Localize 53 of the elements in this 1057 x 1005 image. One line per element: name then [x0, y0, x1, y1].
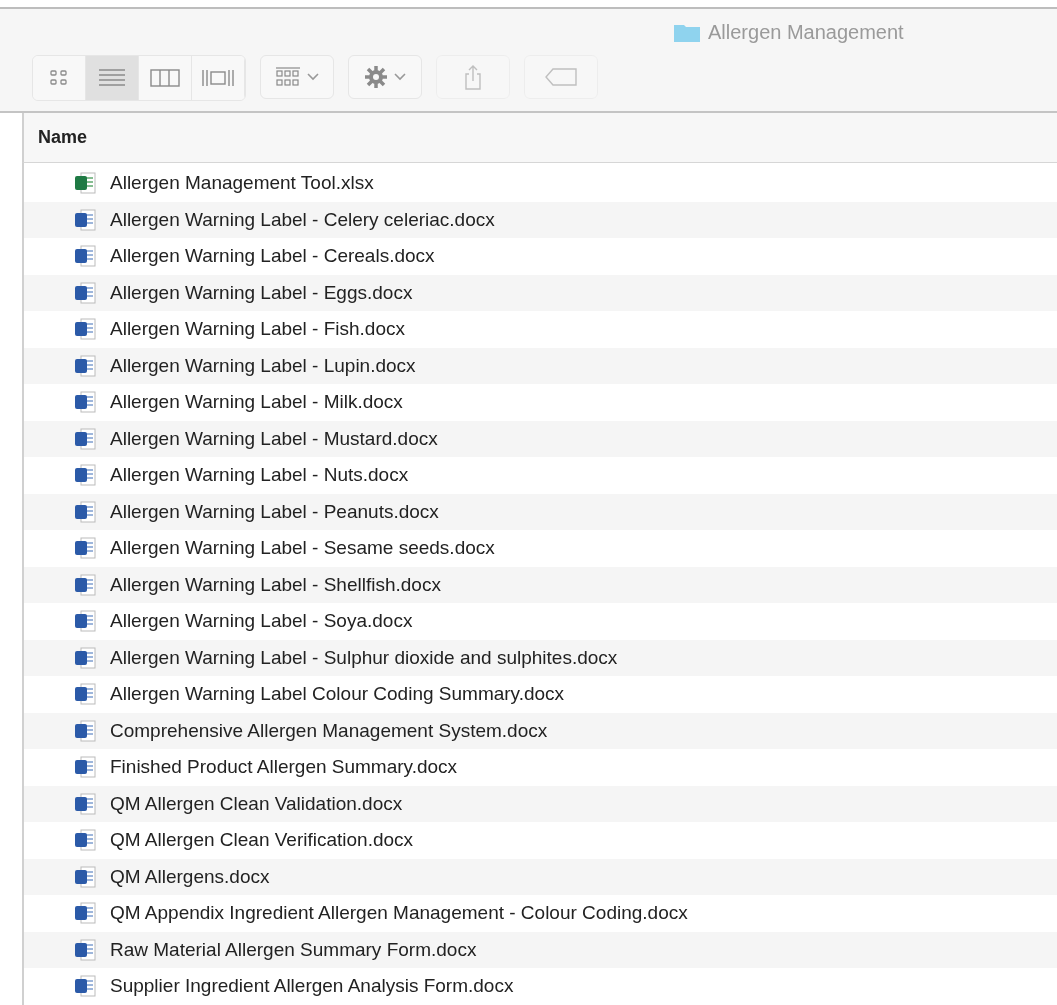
gallery-view-icon — [201, 68, 235, 88]
file-name[interactable]: Allergen Warning Label - Cereals.docx — [110, 242, 435, 271]
grid-icon — [275, 66, 301, 88]
document-file-icon — [74, 573, 96, 596]
folder-icon — [674, 22, 700, 42]
chevron-icon — [307, 73, 319, 81]
document-file-icon — [74, 792, 96, 815]
file-name[interactable]: Allergen Warning Label Colour Coding Summary.docx — [110, 680, 565, 709]
chevron-icon — [394, 73, 406, 81]
document-file-icon — [74, 865, 96, 888]
document-file-icon — [74, 208, 96, 231]
document-file-icon — [74, 756, 96, 779]
document-file-icon — [74, 975, 96, 998]
file-name[interactable]: Allergen Warning Label - Sesame seeds.docx — [110, 534, 495, 563]
file-name[interactable]: QM Appendix Ingredient Allergen Management - Colour Coding.docx — [110, 899, 688, 928]
window-title: Allergen Management — [708, 20, 904, 45]
document-file-icon — [74, 354, 96, 377]
column-header[interactable]: Name — [38, 124, 88, 151]
file-name[interactable]: QM Allergens.docx — [110, 862, 270, 891]
document-file-icon — [74, 500, 96, 523]
file-name[interactable]: QM Allergen Clean Verification.docx — [110, 826, 414, 855]
document-file-icon — [74, 938, 96, 961]
file-name[interactable]: Allergen Warning Label - Milk.docx — [110, 388, 403, 417]
gear-icon — [364, 65, 388, 89]
tag-icon — [545, 68, 577, 86]
document-file-icon — [74, 391, 96, 414]
document-file-icon — [74, 902, 96, 925]
file-name[interactable]: Allergen Management Tool.xlsx — [110, 169, 374, 198]
file-name[interactable]: Finished Product Allergen Summary.docx — [110, 753, 458, 782]
document-file-icon — [74, 464, 96, 487]
arrange-button[interactable] — [260, 55, 334, 99]
document-file-icon — [74, 829, 96, 852]
document-file-icon — [74, 646, 96, 669]
file-name[interactable]: Allergen Warning Label - Nuts.docx — [110, 461, 409, 490]
document-file-icon — [74, 318, 96, 341]
list-view-icon — [98, 68, 126, 88]
view-mode-button[interactable] — [33, 56, 86, 100]
spreadsheet-file-icon — [74, 172, 96, 195]
document-file-icon — [74, 281, 96, 304]
document-file-icon — [74, 683, 96, 706]
document-file-icon — [74, 610, 96, 633]
share-icon — [464, 64, 482, 90]
document-file-icon — [74, 537, 96, 560]
action-button[interactable] — [348, 55, 422, 99]
document-file-icon — [74, 427, 96, 450]
document-file-icon — [74, 719, 96, 742]
file-name[interactable]: Supplier Ingredient Allergen Analysis Form.docx — [110, 972, 514, 1001]
file-name[interactable]: Allergen Warning Label - Soya.docx — [110, 607, 413, 636]
document-file-icon — [74, 245, 96, 268]
icon-view-icon — [49, 69, 69, 87]
view-mode-button[interactable] — [86, 56, 139, 100]
column-view-icon — [150, 68, 180, 88]
file-name[interactable]: Allergen Warning Label - Fish.docx — [110, 315, 405, 344]
